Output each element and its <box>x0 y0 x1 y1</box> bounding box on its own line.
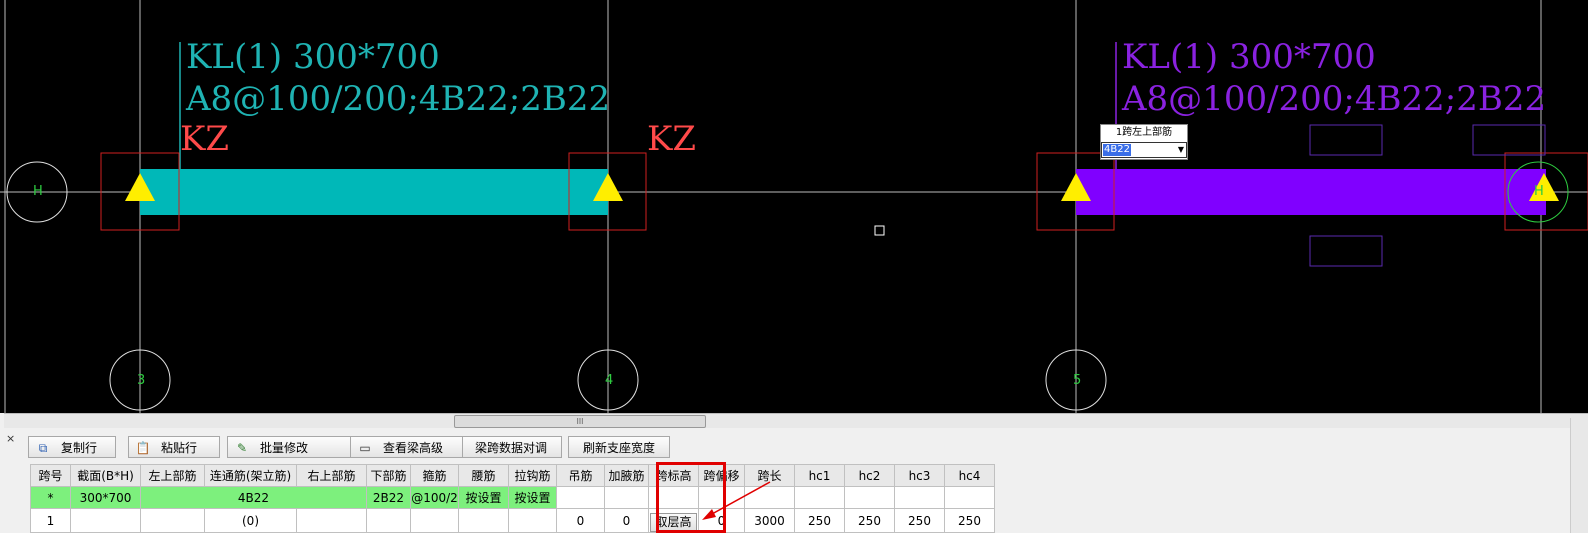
column-header[interactable]: 跨号 <box>30 464 71 487</box>
view-beam-elevation-label: 查看梁高级 <box>383 441 444 455</box>
inline-edit-popup[interactable]: 1跨左上部筋 4B22 ▼ <box>1100 124 1188 160</box>
grid-cell[interactable] <box>556 486 605 509</box>
column-label-kz: KZ <box>180 119 230 159</box>
copy-row-label: 复制行 <box>61 441 98 455</box>
grid-cell[interactable]: * <box>30 486 71 509</box>
popup-title: 1跨左上部筋 <box>1115 127 1173 138</box>
column-header[interactable]: hc3 <box>894 464 945 487</box>
grid-cell[interactable]: 0 <box>604 508 649 533</box>
popup-rebar-value[interactable]: 4B22 <box>1103 144 1131 156</box>
scrollbar-thumb[interactable]: lll <box>454 415 706 428</box>
axis-label-4: 4 <box>605 373 614 388</box>
column-header[interactable]: 跨长 <box>744 464 795 487</box>
grid-cell[interactable] <box>296 508 367 533</box>
beam-left-rebar: A8@100/200;4B22;2B22 <box>186 79 611 119</box>
grid-cell[interactable] <box>794 486 845 509</box>
cursor-pickbox <box>874 225 885 236</box>
grid-cell[interactable] <box>944 486 995 509</box>
rebar-placeholder-box <box>1309 235 1383 267</box>
cad-canvas[interactable]: KL(1) 300*700 A8@100/200;4B22;2B22 KL(1)… <box>0 0 1588 413</box>
grid-cell[interactable]: 250 <box>844 508 895 533</box>
column-label-kz: KZ <box>647 119 697 159</box>
grid-cell[interactable]: 按设置 <box>508 486 557 509</box>
highlight-box <box>656 462 726 533</box>
column-header[interactable]: 连通筋(架立筋) <box>204 464 297 487</box>
grid-cell[interactable]: 1 <box>30 508 71 533</box>
grid-cell[interactable]: 4B22 <box>140 486 367 509</box>
grid-cell[interactable]: 按设置 <box>458 486 509 509</box>
grid-cell[interactable]: @100/2 <box>410 486 459 509</box>
grid-cell[interactable] <box>366 508 411 533</box>
grid-cell[interactable] <box>894 486 945 509</box>
refresh-support-width-label: 刷新支座宽度 <box>583 441 656 455</box>
grid-cell[interactable] <box>844 486 895 509</box>
rebar-placeholder-box <box>1472 124 1546 156</box>
grid-cell[interactable]: 3000 <box>744 508 795 533</box>
grid-cell[interactable] <box>410 508 459 533</box>
close-icon[interactable]: × <box>6 432 15 445</box>
grid-cell[interactable]: 300*700 <box>70 486 141 509</box>
beam-right <box>1076 169 1546 215</box>
column-header[interactable]: 吊筋 <box>556 464 605 487</box>
column-header[interactable]: 箍筋 <box>410 464 459 487</box>
grid-cell[interactable]: 250 <box>944 508 995 533</box>
column-header[interactable]: 右上部筋 <box>296 464 367 487</box>
grid-common-row: * 300*700 4B22 2B22 @100/2 按设置 按设置 <box>30 486 995 509</box>
grid-header-row: 跨号 截面(B*H) 左上部筋 连通筋(架立筋) 右上部筋 下部筋 箍筋 腰筋 … <box>30 464 995 487</box>
rebar-placeholder-box <box>1309 124 1383 156</box>
column-header[interactable]: hc1 <box>794 464 845 487</box>
paste-row-label: 粘贴行 <box>161 441 198 455</box>
column-header[interactable]: 截面(B*H) <box>70 464 141 487</box>
beam-left <box>140 169 608 215</box>
grid-cell[interactable]: 0 <box>556 508 605 533</box>
grid-cell[interactable] <box>744 486 795 509</box>
grid-cell[interactable] <box>604 486 649 509</box>
beam-right-name: KL(1) 300*700 <box>1122 37 1376 77</box>
beam-left-name: KL(1) 300*700 <box>186 37 440 77</box>
copy-icon: ⧉ <box>38 441 48 455</box>
beam-span-grid[interactable]: 跨号 截面(B*H) 左上部筋 连通筋(架立筋) 右上部筋 下部筋 箍筋 腰筋 … <box>30 464 995 533</box>
column-header[interactable]: hc4 <box>944 464 995 487</box>
column-header[interactable]: 左上部筋 <box>140 464 205 487</box>
paste-row-button[interactable]: 📋 粘贴行 <box>128 436 220 458</box>
grid-cell[interactable]: 2B22 <box>366 486 411 509</box>
column-header[interactable]: 拉钩筋 <box>508 464 557 487</box>
axis-label-h-right: H <box>1534 184 1544 199</box>
chevron-down-icon[interactable]: ▼ <box>1178 145 1184 154</box>
column-header[interactable]: 加腋筋 <box>604 464 649 487</box>
beam-right-rebar: A8@100/200;4B22;2B22 <box>1122 79 1547 119</box>
swap-span-data-button[interactable]: 梁跨数据对调 <box>462 436 562 458</box>
grid-cell[interactable]: (0) <box>204 508 297 533</box>
column-header[interactable]: 腰筋 <box>458 464 509 487</box>
vertical-scrollbar[interactable] <box>1570 418 1588 533</box>
view-beam-elevation-button[interactable]: ▭ 查看梁高级 <box>350 436 466 458</box>
column-header[interactable]: hc2 <box>844 464 895 487</box>
grid-cell[interactable] <box>508 508 557 533</box>
copy-row-button[interactable]: ⧉ 复制行 <box>28 436 116 458</box>
grid-cell[interactable] <box>70 508 141 533</box>
popup-rebar-select[interactable]: 4B22 ▼ <box>1101 142 1187 158</box>
column-header[interactable]: 下部筋 <box>366 464 411 487</box>
refresh-support-width-button[interactable]: 刷新支座宽度 <box>568 436 670 458</box>
horizontal-scrollbar[interactable]: lll <box>4 413 1588 428</box>
axis-label-5: 5 <box>1073 373 1082 388</box>
paste-icon: 📋 <box>135 441 151 455</box>
batch-edit-icon: ✎ <box>236 441 248 455</box>
batch-edit-button[interactable]: ✎ 批量修改 <box>227 436 355 458</box>
axis-label-h-left: H <box>33 184 43 199</box>
grid-cell[interactable]: 250 <box>794 508 845 533</box>
axis-label-3: 3 <box>137 373 146 388</box>
view-icon: ▭ <box>359 441 371 455</box>
grid-cell[interactable] <box>140 508 205 533</box>
swap-span-data-label: 梁跨数据对调 <box>475 441 548 455</box>
table-row: 1 (0) 0 0 取层高 0 3000 250 250 250 250 <box>30 508 995 533</box>
grid-cell[interactable] <box>458 508 509 533</box>
batch-edit-label: 批量修改 <box>260 441 309 455</box>
grid-cell[interactable]: 250 <box>894 508 945 533</box>
